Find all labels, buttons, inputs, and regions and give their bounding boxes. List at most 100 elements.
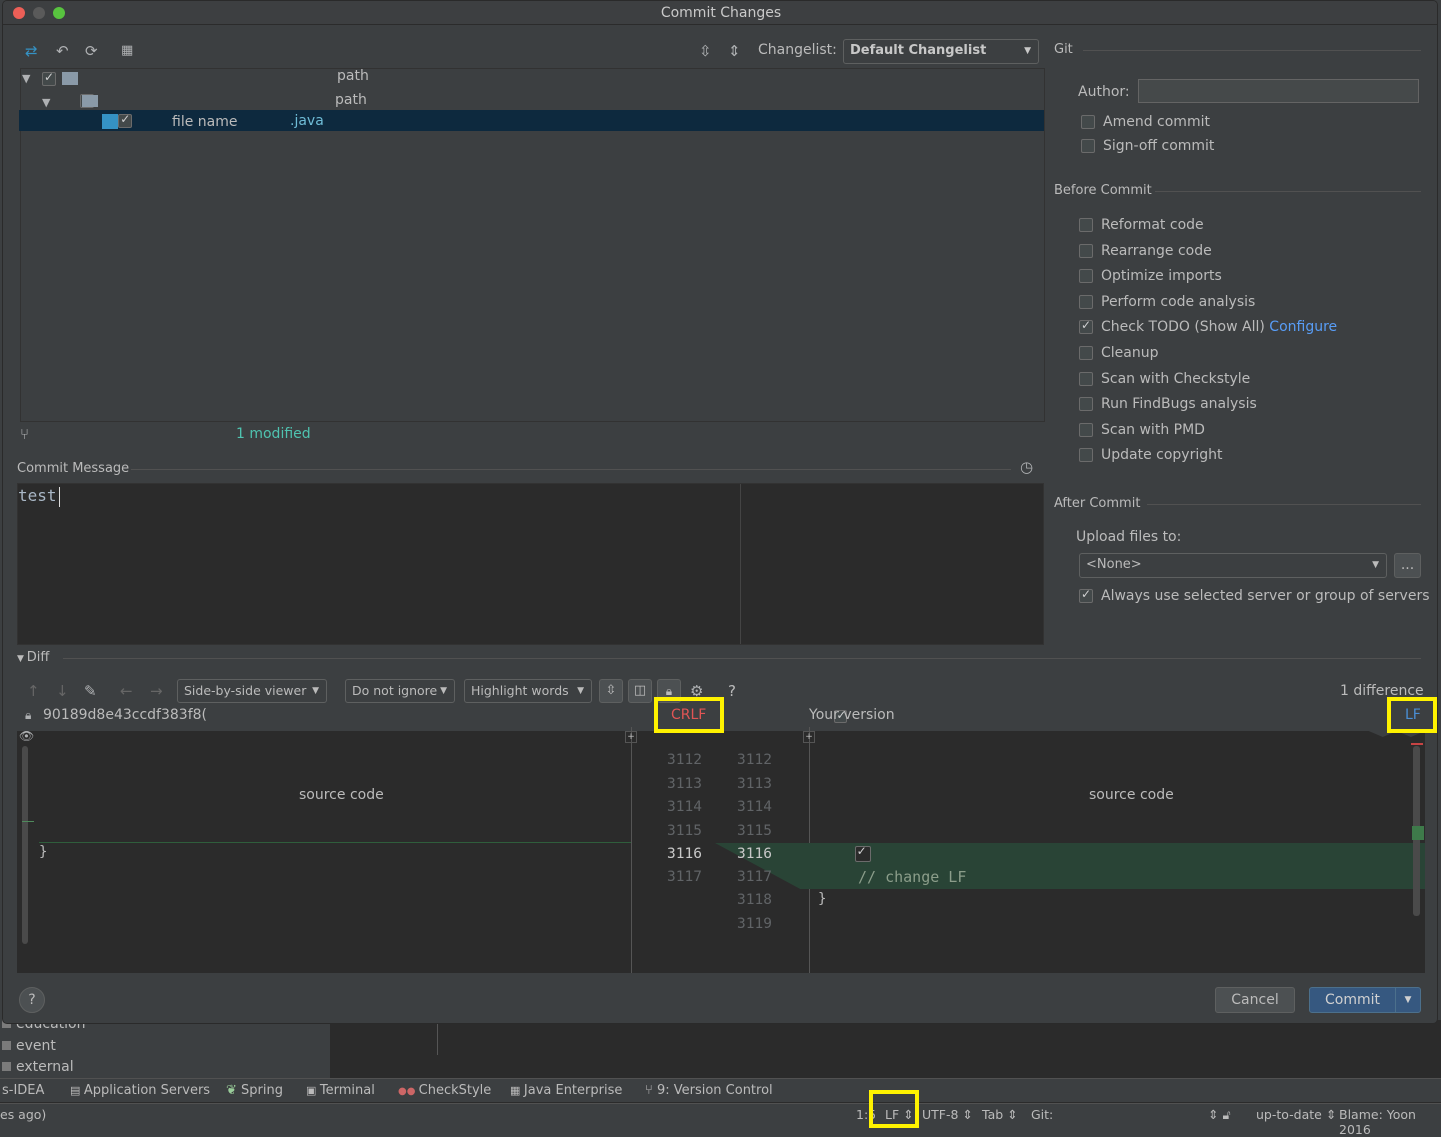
- lock-icon[interactable]: ⇕ 🔓︎: [1208, 1107, 1231, 1123]
- previous-file-icon[interactable]: ←: [120, 683, 133, 699]
- upload-server-select[interactable]: <None> ▼: [1079, 553, 1387, 578]
- edit-source-icon[interactable]: ✎: [84, 683, 97, 699]
- checkbox[interactable]: [1079, 295, 1093, 309]
- clock-icon[interactable]: ◷: [1020, 459, 1033, 475]
- tool-window-version-control[interactable]: ⑂ 9: Version Control: [645, 1083, 773, 1098]
- tool-window-java-enterprise[interactable]: ▦ Java Enterprise: [510, 1083, 622, 1098]
- signoff-checkbox[interactable]: [1081, 139, 1095, 153]
- left-source-code: source code: [299, 787, 384, 803]
- signoff-commit-option[interactable]: Sign-off commit: [1081, 138, 1214, 154]
- checkbox[interactable]: [1079, 346, 1093, 360]
- browse-servers-button[interactable]: ...: [1394, 553, 1421, 578]
- option-findbugs[interactable]: Run FindBugs analysis: [1079, 396, 1257, 412]
- amend-commit-option[interactable]: Amend commit: [1081, 114, 1210, 130]
- highlight-mode-select[interactable]: Highlight words ▼: [464, 679, 592, 703]
- author-field[interactable]: [1138, 79, 1419, 103]
- sync-scroll-icon[interactable]: ◫: [628, 679, 652, 703]
- diff-help-icon[interactable]: ?: [728, 682, 736, 700]
- previous-difference-icon[interactable]: ↑: [27, 683, 40, 699]
- checkbox[interactable]: [1079, 397, 1093, 411]
- tool-window-spring[interactable]: ❦ Spring: [226, 1083, 283, 1098]
- option-check-todo[interactable]: Check TODO (Show All) Configure: [1079, 318, 1337, 335]
- checkbox[interactable]: [1079, 318, 1093, 334]
- rollback-icon[interactable]: ↶: [56, 43, 69, 59]
- ignore-whitespace-select[interactable]: Do not ignore ▼: [345, 679, 455, 703]
- tool-window-app-servers[interactable]: ▤ Application Servers: [70, 1083, 210, 1098]
- expand-fold-icon[interactable]: +: [803, 731, 815, 743]
- commit-message-input[interactable]: [17, 483, 1044, 645]
- uptodate-status[interactable]: up-to-date ⇕: [1256, 1107, 1336, 1122]
- server-icon: ▤: [70, 1084, 84, 1097]
- added-lines-highlight: [715, 843, 1425, 889]
- checkbox[interactable]: [1079, 448, 1093, 462]
- diff-section-toggle[interactable]: ▼ Diff: [17, 650, 49, 665]
- option-optimize-imports[interactable]: Optimize imports: [1079, 268, 1222, 284]
- tool-window-checkstyle[interactable]: ●● CheckStyle: [398, 1083, 491, 1098]
- always-use-server-option[interactable]: Always use selected server or group of s…: [1079, 587, 1430, 604]
- expand-all-icon[interactable]: ⇳: [699, 43, 712, 59]
- checkbox[interactable]: [1079, 587, 1093, 603]
- checkbox[interactable]: [1079, 423, 1093, 437]
- project-item[interactable]: external: [2, 1059, 74, 1075]
- right-line-number: 3112: [737, 752, 772, 768]
- tree-checkbox[interactable]: [42, 70, 56, 86]
- option-reformat-code[interactable]: Reformat code: [1079, 217, 1204, 233]
- indent-status[interactable]: Tab ⇕: [982, 1107, 1018, 1122]
- commit-options-dropdown[interactable]: ▼: [1395, 987, 1421, 1013]
- cancel-button[interactable]: Cancel: [1215, 987, 1295, 1013]
- encoding-status[interactable]: UTF-8 ⇕: [922, 1107, 973, 1122]
- commit-button[interactable]: Commit: [1309, 987, 1396, 1013]
- amend-checkbox[interactable]: [1081, 115, 1095, 129]
- dialog-help-button[interactable]: ?: [19, 987, 45, 1013]
- project-item[interactable]: event: [2, 1038, 56, 1054]
- checkbox[interactable]: [1079, 218, 1093, 232]
- option-cleanup[interactable]: Cleanup: [1079, 345, 1159, 361]
- divider: [631, 727, 632, 973]
- chevron-down-icon: ▼: [1404, 995, 1412, 1005]
- option-code-analysis[interactable]: Perform code analysis: [1079, 294, 1255, 310]
- file-name[interactable]: file name: [172, 114, 237, 130]
- close-window-button[interactable]: [13, 7, 25, 19]
- option-rearrange-code[interactable]: Rearrange code: [1079, 243, 1212, 259]
- tool-window-idea[interactable]: s-IDEA: [2, 1083, 44, 1098]
- terminal-icon: ▣: [306, 1084, 320, 1097]
- next-file-icon[interactable]: →: [150, 683, 163, 699]
- apply-change-checkbox[interactable]: [854, 844, 871, 862]
- next-difference-icon[interactable]: ↓: [56, 683, 69, 699]
- vcs-status[interactable]: Git:: [1031, 1107, 1053, 1122]
- viewer-mode-select[interactable]: Side-by-side viewer ▼: [177, 679, 327, 703]
- minimize-window-button[interactable]: [33, 7, 45, 19]
- blame-status[interactable]: Blame: Yoon 2016: [1339, 1107, 1441, 1137]
- java-file-icon: [102, 114, 118, 129]
- left-closing-brace: }: [39, 844, 48, 860]
- option-update-copyright[interactable]: Update copyright: [1079, 447, 1222, 463]
- group-by-icon[interactable]: ▦: [121, 43, 133, 59]
- eye-icon[interactable]: 👁︎: [19, 728, 34, 744]
- git-section-title: Git: [1054, 42, 1073, 57]
- option-pmd[interactable]: Scan with PMD: [1079, 422, 1205, 438]
- zoom-window-button[interactable]: [53, 7, 65, 19]
- collapse-unchanged-icon[interactable]: ⇳: [599, 679, 623, 703]
- left-scrollbar[interactable]: [22, 746, 28, 944]
- show-diff-icon[interactable]: ⇄: [25, 43, 38, 59]
- checkstyle-icon: ●●: [398, 1086, 419, 1097]
- folder-icon: [82, 95, 98, 107]
- configure-link[interactable]: Configure: [1269, 319, 1337, 335]
- file-checkbox[interactable]: [118, 112, 133, 128]
- checkbox[interactable]: [1079, 372, 1093, 386]
- checkbox[interactable]: [1079, 244, 1093, 258]
- changelist-select[interactable]: Default Changelist ▼: [843, 39, 1039, 64]
- chevron-down-icon[interactable]: ▼: [22, 71, 30, 87]
- checkbox[interactable]: [1079, 269, 1093, 283]
- leaf-icon: ❦: [226, 1083, 242, 1098]
- changes-status: 1 modified: [236, 426, 311, 442]
- tree-path: path: [335, 92, 367, 108]
- separator: [1155, 191, 1421, 192]
- tool-window-terminal[interactable]: ▣ Terminal: [306, 1083, 375, 1098]
- expand-fold-icon[interactable]: +: [625, 731, 637, 743]
- chevron-down-icon[interactable]: ▼: [42, 95, 50, 111]
- lf-highlight-box: [1387, 697, 1437, 733]
- option-checkstyle[interactable]: Scan with Checkstyle: [1079, 371, 1250, 387]
- collapse-all-icon[interactable]: ⇕: [728, 43, 741, 59]
- refresh-icon[interactable]: ⟳: [85, 43, 98, 59]
